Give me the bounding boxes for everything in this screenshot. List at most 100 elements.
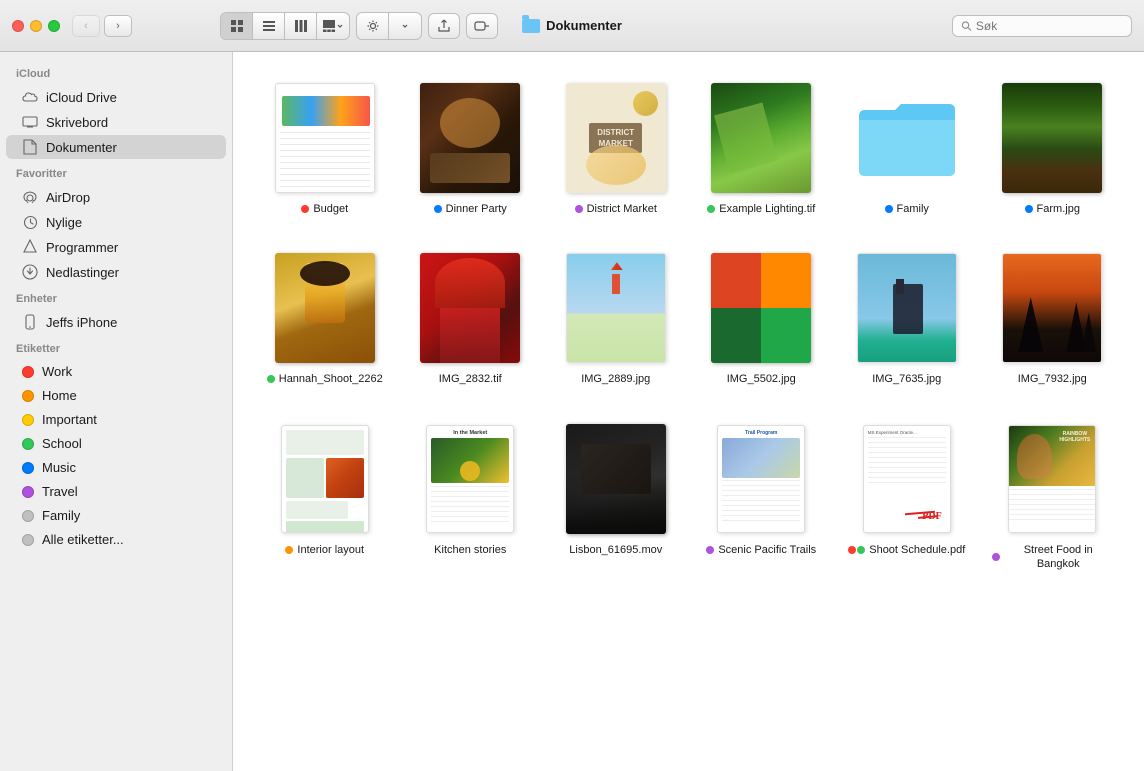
school-tag-dot	[22, 438, 34, 450]
file-thumb-shoot-schedule: MS Experiment Oracle... PDF	[847, 419, 967, 539]
grid-icon	[230, 19, 244, 33]
file-item-budget[interactable]: Budget	[257, 72, 393, 222]
file-label-interior-layout: Interior layout	[285, 543, 364, 557]
sidebar-item-programmer[interactable]: Programmer	[6, 235, 226, 259]
file-thumb-district-market: DISTRICTMARKET	[556, 78, 676, 198]
icloud-drive-label: iCloud Drive	[46, 90, 117, 105]
family-tag-dot-file	[885, 205, 893, 213]
alle-etiketter-label: Alle etiketter...	[42, 532, 124, 547]
file-item-img-7635[interactable]: IMG_7635.jpg	[839, 242, 975, 392]
nav-buttons: ‹ ›	[72, 15, 132, 37]
family-tag-dot	[22, 510, 34, 522]
file-item-example-lighting[interactable]: Example Lighting.tif	[694, 72, 830, 222]
budget-tag-dot	[301, 205, 309, 213]
file-thumb-scenic-pacific: Trail Program	[701, 419, 821, 539]
sidebar-item-alle-etiketter[interactable]: Alle etiketter...	[6, 528, 226, 551]
settings-dropdown-button[interactable]	[389, 13, 421, 39]
minimize-button[interactable]	[30, 20, 42, 32]
sidebar-item-nylige[interactable]: Nylige	[6, 210, 226, 234]
back-button[interactable]: ‹	[72, 15, 100, 37]
documents-icon	[22, 139, 38, 155]
file-item-street-food[interactable]: RAINBOWHIGHLIGHTS Street Food in Bangkok	[985, 413, 1121, 578]
folder-icon	[522, 19, 540, 33]
title-text: Dokumenter	[546, 18, 622, 33]
file-thumb-kitchen-stories: In the Market	[410, 419, 530, 539]
example-lighting-tag-dot	[707, 205, 715, 213]
district-market-tag-dot	[575, 205, 583, 213]
chevron-right-icon: ›	[116, 20, 120, 32]
dropdown-chevron-icon	[401, 22, 409, 30]
devices-section-label: Enheter	[0, 285, 232, 309]
file-item-img-7932[interactable]: IMG_7932.jpg	[985, 242, 1121, 392]
home-tag-dot	[22, 390, 34, 402]
forward-button[interactable]: ›	[104, 15, 132, 37]
settings-button[interactable]	[357, 13, 389, 39]
file-thumb-img-7635	[847, 248, 967, 368]
share-button[interactable]	[428, 13, 460, 39]
hannah-shoot-tag-dot	[267, 375, 275, 383]
farm-tag-dot	[1025, 205, 1033, 213]
file-grid: Budget Dinner Party	[257, 72, 1120, 577]
file-thumb-example-lighting	[701, 78, 821, 198]
icon-view-button[interactable]	[221, 13, 253, 39]
gear-icon	[366, 19, 380, 33]
sidebar-item-jeffs-iphone[interactable]: Jeffs iPhone	[6, 310, 226, 334]
share-icon	[437, 19, 451, 33]
sidebar-item-music[interactable]: Music	[6, 456, 226, 479]
file-item-scenic-pacific[interactable]: Trail Program Scenic Pacific Trails	[694, 413, 830, 578]
file-item-kitchen-stories[interactable]: In the Market Kitchen stories	[403, 413, 539, 578]
file-thumb-img-2889	[556, 248, 676, 368]
sidebar-item-family-tag[interactable]: Family	[6, 504, 226, 527]
close-button[interactable]	[12, 20, 24, 32]
chevron-left-icon: ‹	[84, 20, 88, 32]
sidebar-item-airdrop[interactable]: AirDrop	[6, 185, 226, 209]
file-item-img-2832[interactable]: IMG_2832.tif	[403, 242, 539, 392]
file-item-district-market[interactable]: DISTRICTMARKET District Market	[548, 72, 684, 222]
column-view-button[interactable]	[285, 13, 317, 39]
sidebar-item-icloud-drive[interactable]: iCloud Drive	[6, 85, 226, 109]
search-box[interactable]	[952, 15, 1132, 37]
file-item-img-5502[interactable]: IMG_5502.jpg	[694, 242, 830, 392]
sidebar-item-nedlastinger[interactable]: Nedlastinger	[6, 260, 226, 284]
folder-svg	[857, 98, 957, 178]
sidebar-item-work[interactable]: Work	[6, 360, 226, 383]
sidebar-item-important[interactable]: Important	[6, 408, 226, 431]
file-item-img-2889[interactable]: IMG_2889.jpg	[548, 242, 684, 392]
list-view-button[interactable]	[253, 13, 285, 39]
file-item-family[interactable]: Family	[839, 72, 975, 222]
file-item-interior-layout[interactable]: Interior layout	[257, 413, 393, 578]
file-item-lisbon[interactable]: Lisbon_61695.mov	[548, 413, 684, 578]
search-input[interactable]	[976, 19, 1123, 33]
sidebar-item-school[interactable]: School	[6, 432, 226, 455]
file-item-dinner-party[interactable]: Dinner Party	[403, 72, 539, 222]
apps-icon	[22, 239, 38, 255]
file-item-farm[interactable]: Farm.jpg	[985, 72, 1121, 222]
file-area: Budget Dinner Party	[233, 52, 1144, 771]
file-thumb-family	[847, 78, 967, 198]
file-thumb-interior-layout	[265, 419, 385, 539]
alle-etiketter-dot	[22, 534, 34, 546]
sidebar-item-travel[interactable]: Travel	[6, 480, 226, 503]
work-label: Work	[42, 364, 72, 379]
sidebar-item-home[interactable]: Home	[6, 384, 226, 407]
sidebar-item-skrivebord[interactable]: Skrivebord	[6, 110, 226, 134]
file-item-hannah-shoot[interactable]: Hannah_Shoot_2262	[257, 242, 393, 392]
file-label-img-5502: IMG_5502.jpg	[727, 372, 796, 386]
music-tag-dot	[22, 462, 34, 474]
gallery-view-button[interactable]	[317, 13, 349, 39]
file-label-lisbon: Lisbon_61695.mov	[569, 543, 662, 557]
sidebar-item-dokumenter[interactable]: Dokumenter	[6, 135, 226, 159]
downloads-icon	[22, 264, 38, 280]
tag-icon	[474, 21, 490, 31]
maximize-button[interactable]	[48, 20, 60, 32]
school-label: School	[42, 436, 82, 451]
gallery-icon	[322, 19, 336, 33]
programmer-label: Programmer	[46, 240, 118, 255]
file-item-shoot-schedule[interactable]: MS Experiment Oracle... PDF Shoot Schedu…	[839, 413, 975, 578]
tag-button[interactable]	[466, 13, 498, 39]
street-food-tag-dot	[992, 553, 1000, 561]
list-icon	[262, 19, 276, 33]
dokumenter-label: Dokumenter	[46, 140, 117, 155]
nedlastinger-label: Nedlastinger	[46, 265, 119, 280]
file-thumb-hannah-shoot	[265, 248, 385, 368]
